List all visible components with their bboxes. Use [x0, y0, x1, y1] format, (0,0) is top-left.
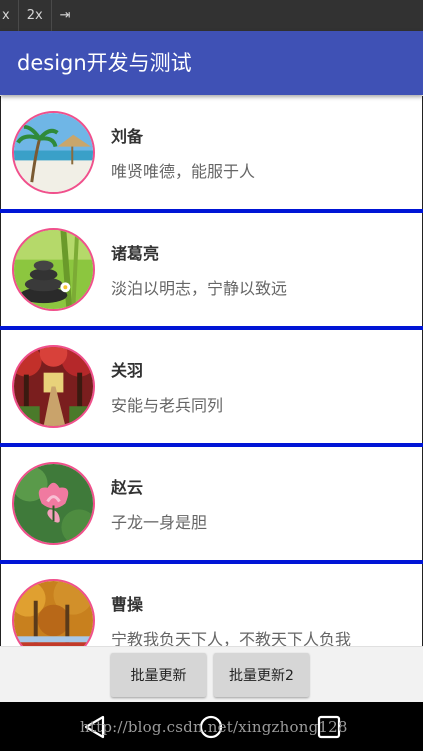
app-bar: design开发与测试 [0, 31, 423, 95]
list-item[interactable]: 刘备 唯贤唯德，能服于人 [0, 96, 423, 209]
list-item[interactable]: 关羽 安能与老兵同列 [0, 330, 423, 443]
app-title: design开发与测试 [17, 51, 192, 75]
list-item[interactable]: 赵云 子龙一身是胆 [0, 447, 423, 560]
list-item[interactable]: 诸葛亮 淡泊以明志，宁静以致远 [0, 213, 423, 326]
beach-hut-image [14, 113, 93, 192]
contact-motto: 宁教我负天下人，不教天下人负我 [111, 630, 352, 646]
contact-name: 刘备 [111, 127, 144, 146]
contact-motto: 安能与老兵同列 [111, 396, 224, 415]
emulator-toolbar: x 2x ⇥ [0, 0, 423, 31]
system-nav-bar: http://blog.csdn.net/xingzhong128 [0, 702, 423, 751]
avatar [12, 345, 95, 428]
contact-motto: 淡泊以明志，宁静以致远 [111, 279, 288, 298]
autumn-forest-image [14, 581, 93, 646]
contact-motto: 唯贤唯德，能服于人 [111, 162, 256, 181]
emulator-fit-button[interactable]: ⇥ [52, 0, 79, 31]
contact-name: 诸葛亮 [111, 244, 160, 263]
batch-update2-button[interactable]: 批量更新2 [214, 653, 309, 697]
lotus-flower-image [14, 464, 93, 543]
emulator-zoom-button[interactable]: 2x [19, 0, 52, 31]
button-bar: 批量更新 批量更新2 [0, 646, 423, 703]
bamboo-stones-image [14, 230, 93, 309]
contact-list[interactable]: 刘备 唯贤唯德，能服于人 诸葛亮 淡泊以明志，宁静以致远 关羽 安能与老兵同列 … [0, 96, 423, 646]
contact-name: 关羽 [111, 361, 144, 380]
avatar [12, 111, 95, 194]
contact-name: 曹操 [111, 595, 144, 614]
avatar [12, 579, 95, 646]
contact-motto: 子龙一身是胆 [111, 513, 208, 532]
watermark: http://blog.csdn.net/xingzhong128 [80, 718, 348, 736]
contact-name: 赵云 [111, 478, 144, 497]
tree-path-image [14, 347, 93, 426]
avatar [12, 228, 95, 311]
list-item[interactable]: 曹操 宁教我负天下人，不教天下人负我 [0, 564, 423, 646]
emulator-close-button[interactable]: x [0, 0, 19, 31]
batch-update-button[interactable]: 批量更新 [111, 653, 206, 697]
avatar [12, 462, 95, 545]
